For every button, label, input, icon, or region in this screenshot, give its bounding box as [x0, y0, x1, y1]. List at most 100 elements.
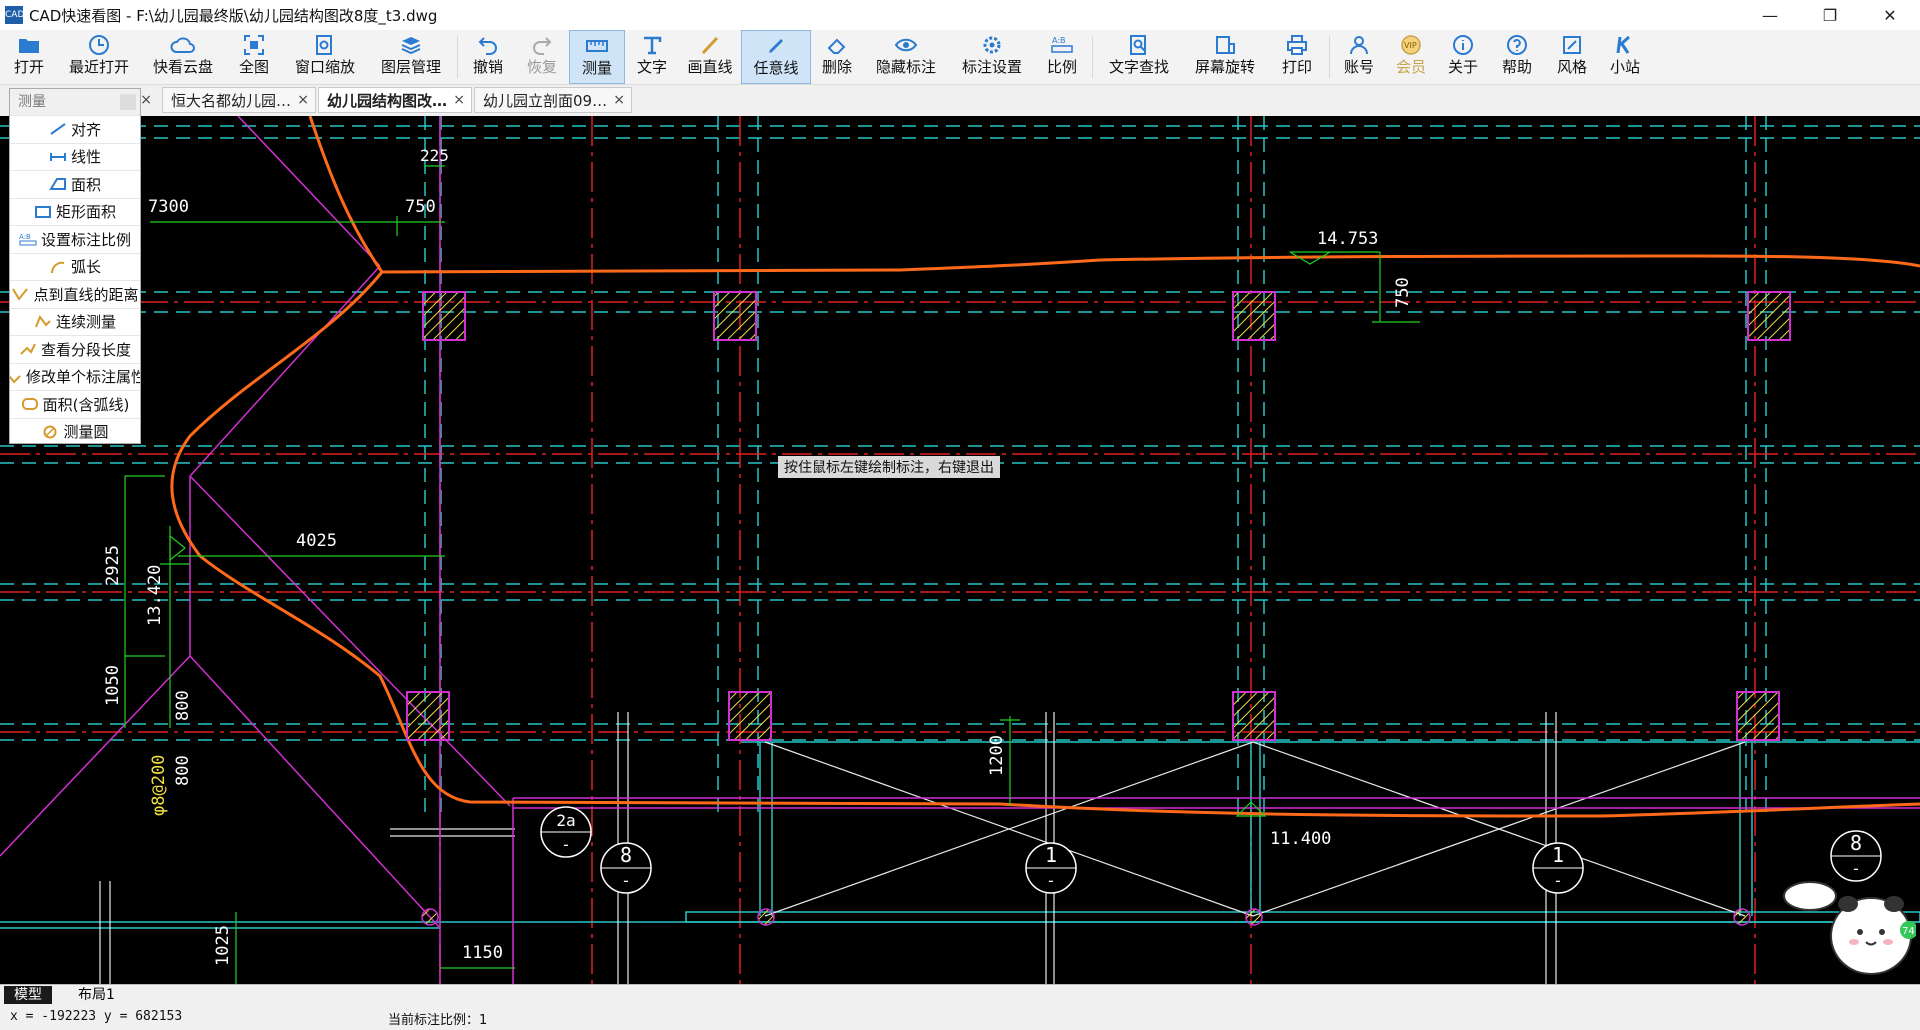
vip-icon: VIP — [1396, 32, 1426, 58]
bubble-label: 2a — [556, 811, 575, 830]
dim-text: 1025 — [213, 925, 233, 966]
dim-text: 4025 — [296, 531, 337, 551]
menu-item-area[interactable]: 面积 — [10, 170, 140, 198]
tab-label: 恒大名都幼儿园… — [171, 91, 292, 110]
info-icon — [1448, 32, 1478, 58]
redo-icon — [527, 32, 557, 58]
bubble-sub: - — [1553, 871, 1563, 890]
dim-text: 14.753 — [1317, 229, 1378, 249]
text-search-button[interactable]: 文字查找 — [1096, 30, 1182, 84]
window-title: CAD快速看图 - F:\幼儿园最终版\幼儿园结构图改8度_t3.dwg — [29, 6, 438, 25]
scale-button[interactable]: A:B 比例 — [1035, 30, 1089, 84]
undo-button[interactable]: 撤销 — [461, 30, 515, 84]
open-button[interactable]: 打开 — [0, 30, 58, 84]
dim-text: 750 — [405, 197, 436, 217]
menu-item-label: 面积 — [70, 175, 101, 194]
redo-button[interactable]: 恢复 — [515, 30, 569, 84]
menu-item-arc-length[interactable]: 弧长 — [10, 252, 140, 281]
close-tab-icon[interactable]: × — [297, 92, 309, 108]
window-zoom-label: 窗口缩放 — [294, 58, 355, 76]
document-tabs: × 恒大名都幼儿园… × 幼儿园结构图改… × 幼儿园立剖面09… × — [0, 85, 1920, 115]
clock-icon — [84, 32, 114, 58]
linear-dim-icon — [49, 150, 67, 164]
draw-line-button[interactable]: 画直线 — [679, 30, 741, 84]
menu-item-align[interactable]: 对齐 — [10, 115, 140, 143]
align-dim-icon — [49, 122, 67, 136]
magenta-outlines — [0, 116, 1920, 984]
segment-icon — [19, 342, 37, 356]
recent-button[interactable]: 最近打开 — [58, 30, 140, 84]
menu-item-segment-length[interactable]: 查看分段长度 — [10, 335, 140, 363]
circle-measure-icon — [41, 425, 59, 439]
full-view-button[interactable]: 全图 — [226, 30, 282, 84]
menu-item-area-arc[interactable]: 面积(含弧线) — [10, 390, 140, 418]
close-tab-icon[interactable]: × — [453, 92, 465, 108]
main-toolbar: 打开 最近打开 快看云盘 全图 窗口缩放 图层管理 撤销 恢复 测量 文字 画直… — [0, 30, 1920, 85]
drawing-canvas[interactable]: 2a - 8 - 1 - 1 - 8 - 225 7300 750 14.753… — [0, 116, 1920, 984]
cursor-hint: 按住鼠标左键绘制标注，右键退出 — [778, 456, 1000, 478]
maximize-button[interactable]: ❐ — [1800, 0, 1860, 30]
dim-settings-label: 标注设置 — [961, 58, 1022, 76]
dim-text: 2925 — [103, 545, 123, 586]
area-arc-icon — [21, 397, 39, 411]
menu-item-linear[interactable]: 线性 — [10, 142, 140, 171]
member-label: 会员 — [1395, 58, 1426, 76]
bubble-dividers — [541, 831, 1881, 869]
fullscreen-icon — [239, 32, 269, 58]
text-search-label: 文字查找 — [1108, 58, 1169, 76]
menu-item-label: 点到直线的距离 — [33, 285, 139, 304]
tab-document-3[interactable]: 幼儿园立剖面09… × — [474, 87, 632, 113]
measure-button[interactable]: 测量 — [569, 30, 625, 84]
tab-layout1[interactable]: 布局1 — [68, 986, 125, 1004]
dim-text: 11.400 — [1270, 829, 1331, 849]
continuous-icon — [34, 314, 52, 329]
text-button[interactable]: 文字 — [625, 30, 679, 84]
site-button[interactable]: 小站 — [1599, 30, 1651, 84]
about-button[interactable]: 关于 — [1437, 30, 1489, 84]
svg-text:A:B: A:B — [1052, 36, 1066, 45]
dim-settings-button[interactable]: 标注设置 — [949, 30, 1035, 84]
menu-item-edit-dim[interactable]: 修改单个标注属性 — [10, 362, 140, 391]
printer-icon — [1282, 32, 1312, 58]
window-zoom-button[interactable]: 窗口缩放 — [282, 30, 368, 84]
mascot-widget[interactable]: 74 — [1776, 866, 1918, 986]
account-button[interactable]: 账号 — [1333, 30, 1385, 84]
close-tab-icon[interactable]: × — [140, 92, 152, 108]
print-label: 打印 — [1281, 58, 1312, 76]
tab-model[interactable]: 模型 — [4, 986, 52, 1004]
hide-dim-button[interactable]: 隐藏标注 — [863, 30, 949, 84]
arc-icon — [49, 260, 67, 274]
toolbar-divider — [457, 36, 458, 78]
menu-item-label: 线性 — [70, 148, 101, 167]
close-tab-icon[interactable]: × — [613, 92, 625, 108]
menu-close-icon[interactable] — [120, 94, 136, 110]
menu-item-set-scale[interactable]: A:B 设置标注比例 — [10, 225, 140, 253]
member-button[interactable]: VIP 会员 — [1385, 30, 1437, 84]
any-line-button[interactable]: 任意线 — [741, 30, 811, 84]
screen-rotate-button[interactable]: 屏幕旋转 — [1182, 30, 1268, 84]
site-label: 小站 — [1609, 58, 1640, 76]
layer-label: 图层管理 — [380, 58, 441, 76]
help-icon — [1502, 32, 1532, 58]
svg-text:A:B: A:B — [19, 233, 31, 241]
layer-button[interactable]: 图层管理 — [368, 30, 454, 84]
close-button[interactable]: ✕ — [1860, 0, 1920, 30]
tab-document-1[interactable]: 恒大名都幼儿园… × — [162, 87, 316, 113]
cloud-icon — [168, 32, 198, 58]
menu-item-continuous[interactable]: 连续测量 — [10, 307, 140, 336]
tab-document-2[interactable]: 幼儿园结构图改… × — [318, 87, 472, 113]
cloud-button[interactable]: 快看云盘 — [140, 30, 226, 84]
print-button[interactable]: 打印 — [1268, 30, 1326, 84]
help-button[interactable]: 帮助 — [1489, 30, 1545, 84]
menu-item-rect-area[interactable]: 矩形面积 — [10, 197, 140, 226]
menu-item-label: 弧长 — [70, 258, 101, 277]
panda-mascot-icon: 74 — [1783, 881, 1918, 975]
delete-button[interactable]: 删除 — [811, 30, 863, 84]
text-label: 文字 — [636, 58, 667, 76]
bubble-label: 1 — [1552, 843, 1564, 867]
folder-icon — [14, 32, 44, 58]
menu-item-circle[interactable]: 测量圆 — [10, 417, 140, 446]
style-button[interactable]: 风格 — [1545, 30, 1599, 84]
menu-item-point-line[interactable]: 点到直线的距离 — [10, 280, 140, 308]
minimize-button[interactable]: — — [1740, 0, 1800, 30]
